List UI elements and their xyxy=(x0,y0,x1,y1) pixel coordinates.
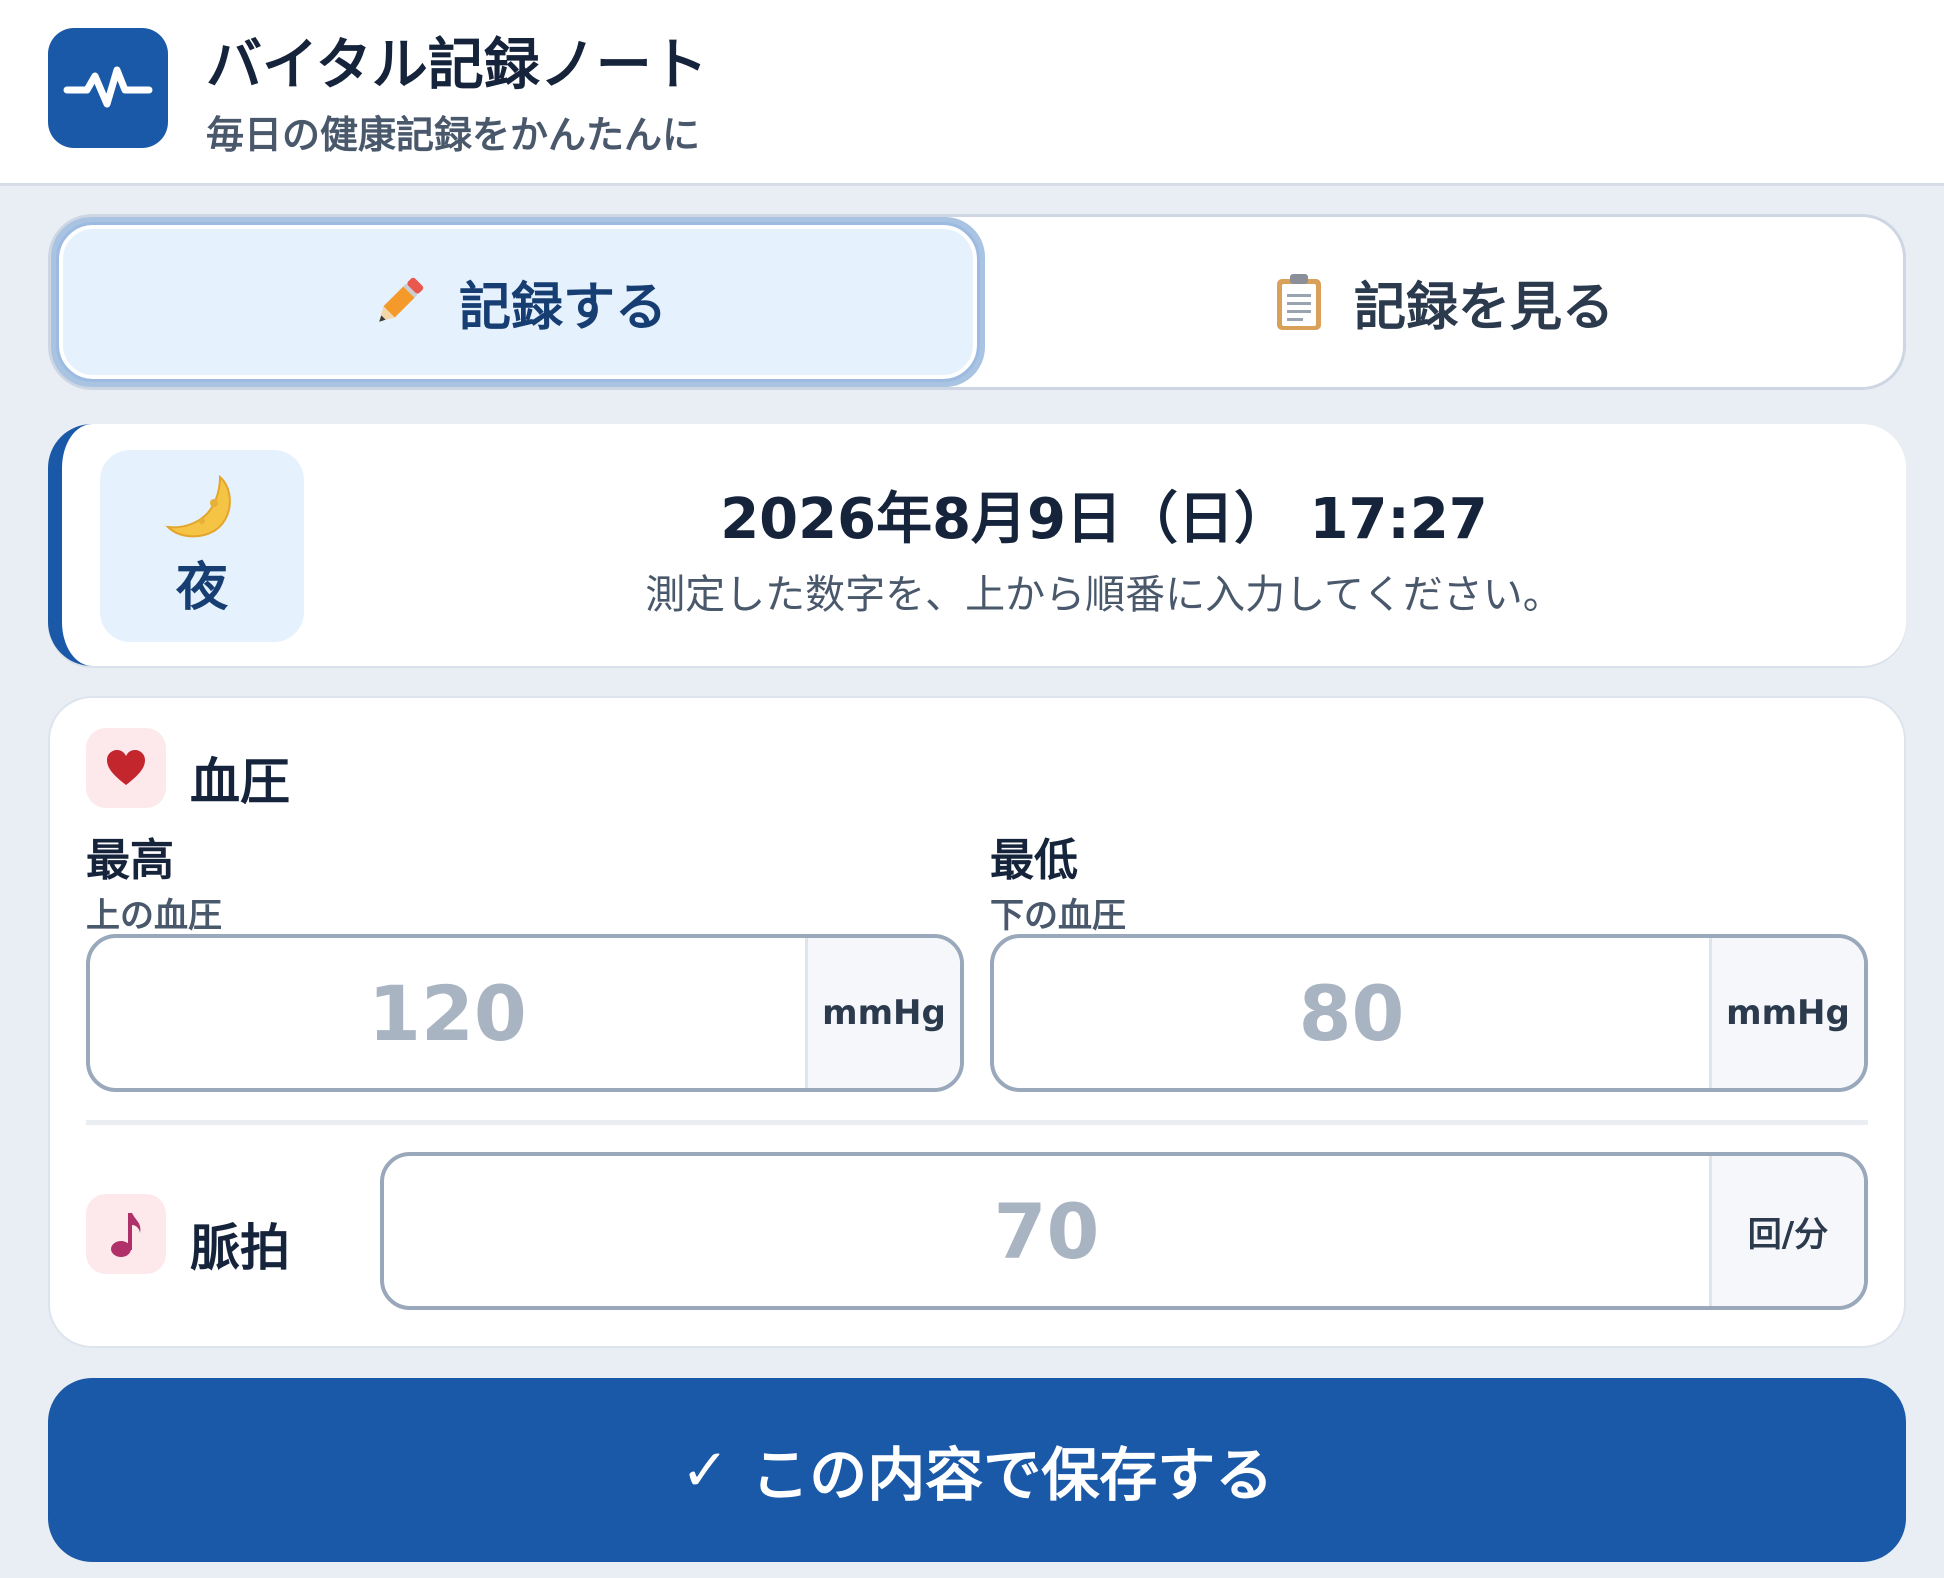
pulse-icon-badge xyxy=(86,1194,166,1274)
tab-record-inner: 記録する xyxy=(56,222,980,382)
crescent-moon-icon xyxy=(165,474,231,537)
period-badge: 夜 xyxy=(100,450,304,642)
pencil-icon xyxy=(379,277,424,322)
save-button-label: この内容で保存する xyxy=(751,1441,1274,1509)
app-logo xyxy=(48,28,168,148)
save-button[interactable]: ✓ この内容で保存する xyxy=(48,1378,1906,1562)
pulse-unit: 回/分 xyxy=(1709,1156,1864,1306)
blood-pressure-title: 血圧 xyxy=(190,753,290,811)
tab-record[interactable]: 記録する xyxy=(51,217,985,387)
app-subtitle: 毎日の健康記録をかんたんに xyxy=(206,113,701,157)
diastolic-unit: mmHg xyxy=(1709,938,1864,1088)
pulse-input[interactable] xyxy=(384,1156,1709,1306)
pulse-icon xyxy=(63,66,153,108)
music-note-icon xyxy=(111,1213,141,1257)
app-header: バイタル記録ノート 毎日の健康記録をかんたんに xyxy=(0,0,1944,186)
clipboard-icon xyxy=(1276,274,1321,330)
session-card: 夜 2026年8月9日（日） 17:27 測定した数字を、上から順番に入力してく… xyxy=(48,424,1906,666)
session-instruction: 測定した数字を、上から順番に入力してください。 xyxy=(645,572,1563,618)
diastolic-input[interactable] xyxy=(994,938,1709,1088)
diastolic-label: 最低 xyxy=(990,835,1078,886)
vitals-card: 血圧 最高 上の血圧 mmHg 最低 下の血圧 mmHg 脈拍 回/分 xyxy=(48,696,1906,1348)
app-title: バイタル記録ノート xyxy=(206,33,708,98)
tab-view-records[interactable]: 記録を見る xyxy=(985,217,1903,387)
systolic-label: 最高 xyxy=(86,835,174,886)
session-datetime: 2026年8月9日（日） 17:27 xyxy=(720,487,1488,552)
blood-pressure-icon-badge xyxy=(86,728,166,808)
systolic-sublabel: 上の血圧 xyxy=(86,896,222,936)
tab-bar: 記録する 記録を見る xyxy=(48,214,1906,390)
systolic-unit: mmHg xyxy=(805,938,960,1088)
systolic-input[interactable] xyxy=(90,938,805,1088)
tab-view-label: 記録を見る xyxy=(1353,277,1614,338)
tab-record-label: 記録する xyxy=(458,277,667,338)
diastolic-input-group: mmHg xyxy=(990,934,1868,1092)
check-icon: ✓ xyxy=(680,1436,730,1504)
heart-icon xyxy=(107,750,145,785)
diastolic-sublabel: 下の血圧 xyxy=(990,896,1126,936)
section-divider xyxy=(86,1120,1868,1125)
period-label: 夜 xyxy=(175,557,228,618)
systolic-input-group: mmHg xyxy=(86,934,964,1092)
pulse-title: 脈拍 xyxy=(190,1219,290,1277)
pulse-input-group: 回/分 xyxy=(380,1152,1868,1310)
